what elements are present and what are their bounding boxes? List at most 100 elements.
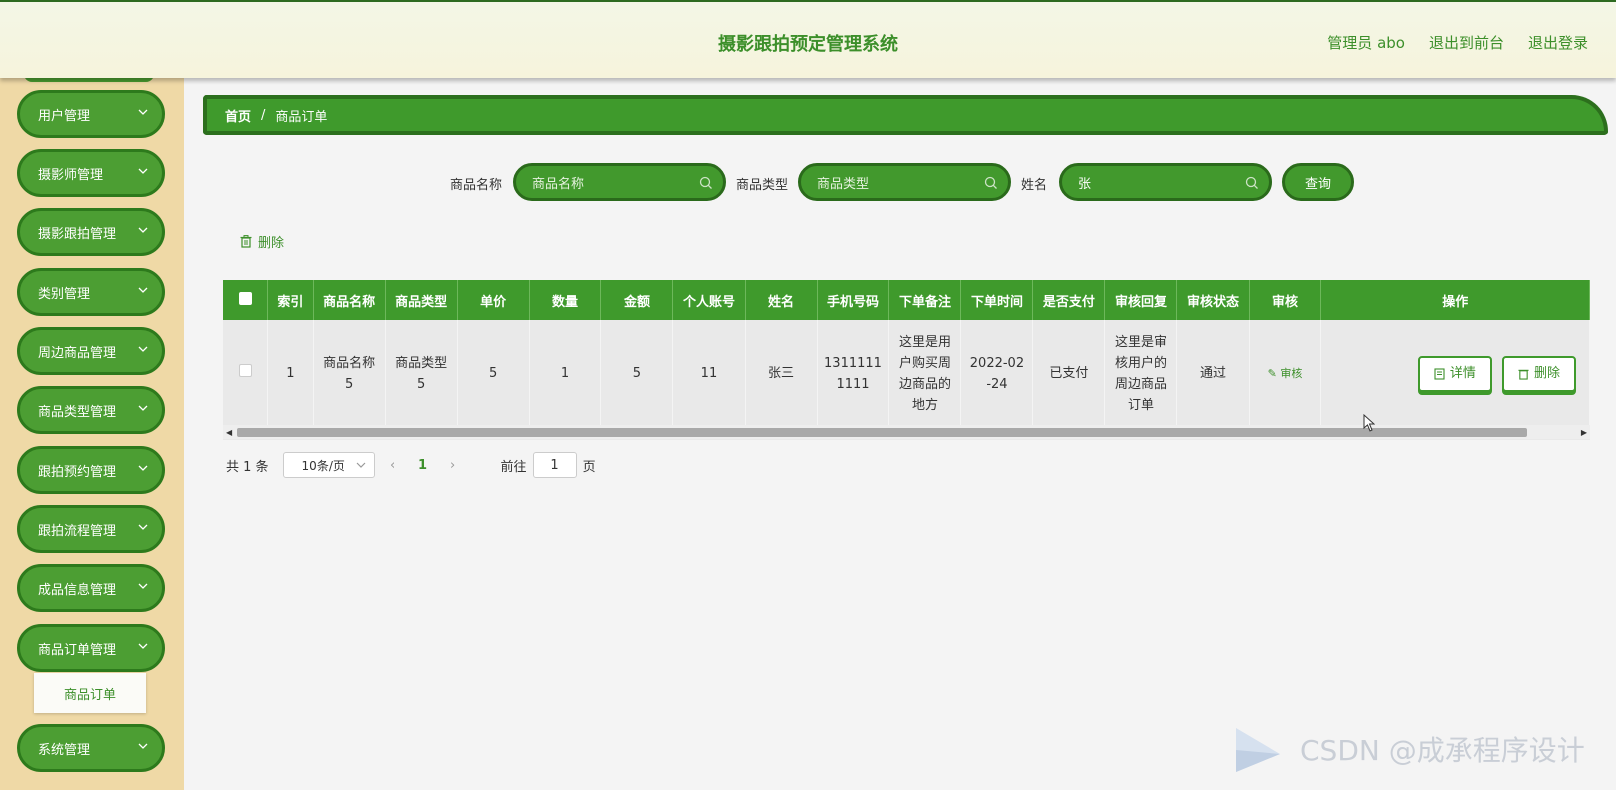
table-header-row: 索引 商品名称 商品类型 单价 数量 金额 个人账号 姓名 手机号码 下单备注 … [223, 280, 1590, 320]
search-icon [1245, 176, 1258, 189]
cell-account: 11 [672, 320, 746, 427]
row-select-cell [223, 320, 269, 427]
header-actions: 管理员 abo 退出到前台 退出登录 [1327, 32, 1588, 53]
cell-audit: ✎ 审核 [1249, 320, 1322, 427]
sidebar-item-label: 跟拍预约管理 [38, 464, 117, 480]
col-header: 操作 [1320, 280, 1590, 320]
col-header: 下单时间 [960, 280, 1034, 320]
document-icon [1434, 367, 1445, 380]
person-name-label: 姓名 [1021, 178, 1048, 193]
cell-order-time: 2022-02-24 [960, 320, 1034, 427]
chevron-down-icon [138, 643, 148, 649]
prev-page-button[interactable]: ‹ [375, 458, 411, 473]
col-header: 个人账号 [672, 280, 746, 320]
sidebar-item-merch[interactable]: 周边商品管理 [17, 327, 165, 375]
cell-paid: 已支付 [1032, 320, 1106, 427]
col-header: 手机号码 [817, 280, 890, 320]
col-header: 数量 [529, 280, 602, 320]
next-page-button[interactable]: › [435, 458, 471, 473]
col-header: 商品类型 [385, 280, 458, 320]
person-name-value: 张 [1078, 176, 1092, 192]
page-size-value: 10条/页 [301, 458, 345, 473]
goto-suffix: 页 [582, 459, 596, 475]
chevron-down-icon [138, 227, 148, 233]
chevron-down-icon [138, 465, 148, 471]
sidebar-item-product-type[interactable]: 商品类型管理 [17, 386, 165, 434]
scroll-left-arrow-icon[interactable]: ◀ [226, 428, 232, 437]
table-horizontal-scrollbar[interactable]: ◀ ▶ [223, 425, 1590, 439]
sidebar-item-category[interactable]: 类别管理 [17, 268, 165, 316]
chevron-down-icon [138, 109, 148, 115]
cell-index: 1 [267, 320, 314, 427]
audit-link[interactable]: ✎ 审核 [1268, 367, 1303, 380]
breadcrumb-home[interactable]: 首页 [225, 106, 251, 125]
sidebar-item-finished[interactable]: 成品信息管理 [17, 564, 165, 612]
breadcrumb-separator: / [261, 107, 266, 123]
sidebar-item-system[interactable]: 系统管理 [17, 724, 165, 772]
col-header: 单价 [457, 280, 530, 320]
cell-remark: 这里是用户购买周边商品的地方 [888, 320, 962, 427]
search-icon [699, 176, 712, 189]
sidebar-item-product-order[interactable]: 商品订单管理 [17, 624, 165, 672]
person-name-input[interactable]: 张 [1059, 163, 1272, 201]
sidebar-item-label: 周边商品管理 [38, 345, 117, 361]
submenu-item-product-order[interactable]: 商品订单 [34, 673, 146, 713]
detail-label: 详情 [1449, 366, 1476, 381]
csdn-logo-icon [1236, 728, 1280, 772]
admin-user-link[interactable]: 管理员 abo [1327, 32, 1405, 53]
cell-price: 5 [457, 320, 530, 427]
audit-label: 审核 [1280, 367, 1303, 380]
sidebar-item-label: 类别管理 [38, 286, 91, 302]
batch-delete-label: 删除 [258, 236, 285, 251]
cell-product-type: 商品类型5 [385, 320, 458, 427]
scrollbar-thumb[interactable] [237, 428, 1527, 437]
product-name-label: 商品名称 [450, 178, 503, 193]
logout-link[interactable]: 退出登录 [1528, 32, 1588, 53]
sidebar-item-label: 摄影跟拍管理 [38, 226, 117, 242]
col-header: 审核状态 [1176, 280, 1250, 320]
product-name-input[interactable]: 商品名称 [513, 163, 726, 201]
col-header: 审核 [1249, 280, 1322, 320]
watermark: CSDN @成承程序设计 [1230, 720, 1585, 778]
search-icon [984, 176, 997, 189]
sidebar-item-process[interactable]: 跟拍流程管理 [17, 505, 165, 553]
cell-audit-status: 通过 [1176, 320, 1250, 427]
sidebar-item-photographer[interactable]: 摄影师管理 [17, 149, 165, 197]
chevron-down-icon [138, 524, 148, 530]
breadcrumb-current: 商品订单 [275, 109, 328, 125]
chevron-down-icon [138, 743, 148, 749]
cell-phone: 13111111111 [817, 320, 890, 427]
sidebar-item-shoot[interactable]: 摄影跟拍管理 [17, 208, 165, 256]
cell-amount: 5 [600, 320, 674, 427]
product-type-placeholder: 商品类型 [817, 176, 870, 192]
detail-button[interactable]: 详情 [1417, 355, 1492, 392]
scroll-right-arrow-icon[interactable]: ▶ [1581, 428, 1587, 437]
sidebar-item-booking[interactable]: 跟拍预约管理 [17, 446, 165, 494]
cell-quantity: 1 [529, 320, 602, 427]
goto-page-input[interactable]: 1 [532, 452, 577, 478]
row-checkbox[interactable] [238, 364, 252, 377]
product-type-input[interactable]: 商品类型 [798, 163, 1011, 201]
total-count: 共 1 条 [226, 459, 269, 475]
trash-icon [1518, 369, 1529, 380]
orders-table: 索引 商品名称 商品类型 单价 数量 金额 个人账号 姓名 手机号码 下单备注 … [223, 280, 1590, 440]
sidebar-item-label: 系统管理 [38, 742, 91, 758]
sidebar-item-label: 跟拍流程管理 [38, 523, 117, 539]
sidebar-item-label: 摄影师管理 [38, 167, 104, 183]
batch-delete-button[interactable]: 删除 [240, 232, 284, 251]
exit-to-front-link[interactable]: 退出到前台 [1429, 32, 1504, 53]
pagination: 共 1 条 10条/页 ‹ 1 › 前往 1 页 [226, 452, 596, 478]
query-button[interactable]: 查询 [1282, 163, 1354, 201]
col-header: 下单备注 [888, 280, 962, 320]
current-page[interactable]: 1 [411, 458, 435, 473]
col-header: 商品名称 [313, 280, 386, 320]
select-all-checkbox[interactable] [238, 291, 252, 305]
sidebar-item-user[interactable]: 用户管理 [17, 90, 165, 138]
chevron-down-icon [138, 346, 148, 352]
select-all-header[interactable] [223, 280, 269, 320]
col-header: 姓名 [745, 280, 818, 320]
watermark-text: CSDN @成承程序设计 [1300, 734, 1585, 767]
page-size-select[interactable]: 10条/页 [282, 452, 375, 478]
top-header: 摄影跟拍预定管理系统 管理员 abo 退出到前台 退出登录 [0, 0, 1616, 78]
row-delete-button[interactable]: 删除 [1502, 355, 1576, 392]
